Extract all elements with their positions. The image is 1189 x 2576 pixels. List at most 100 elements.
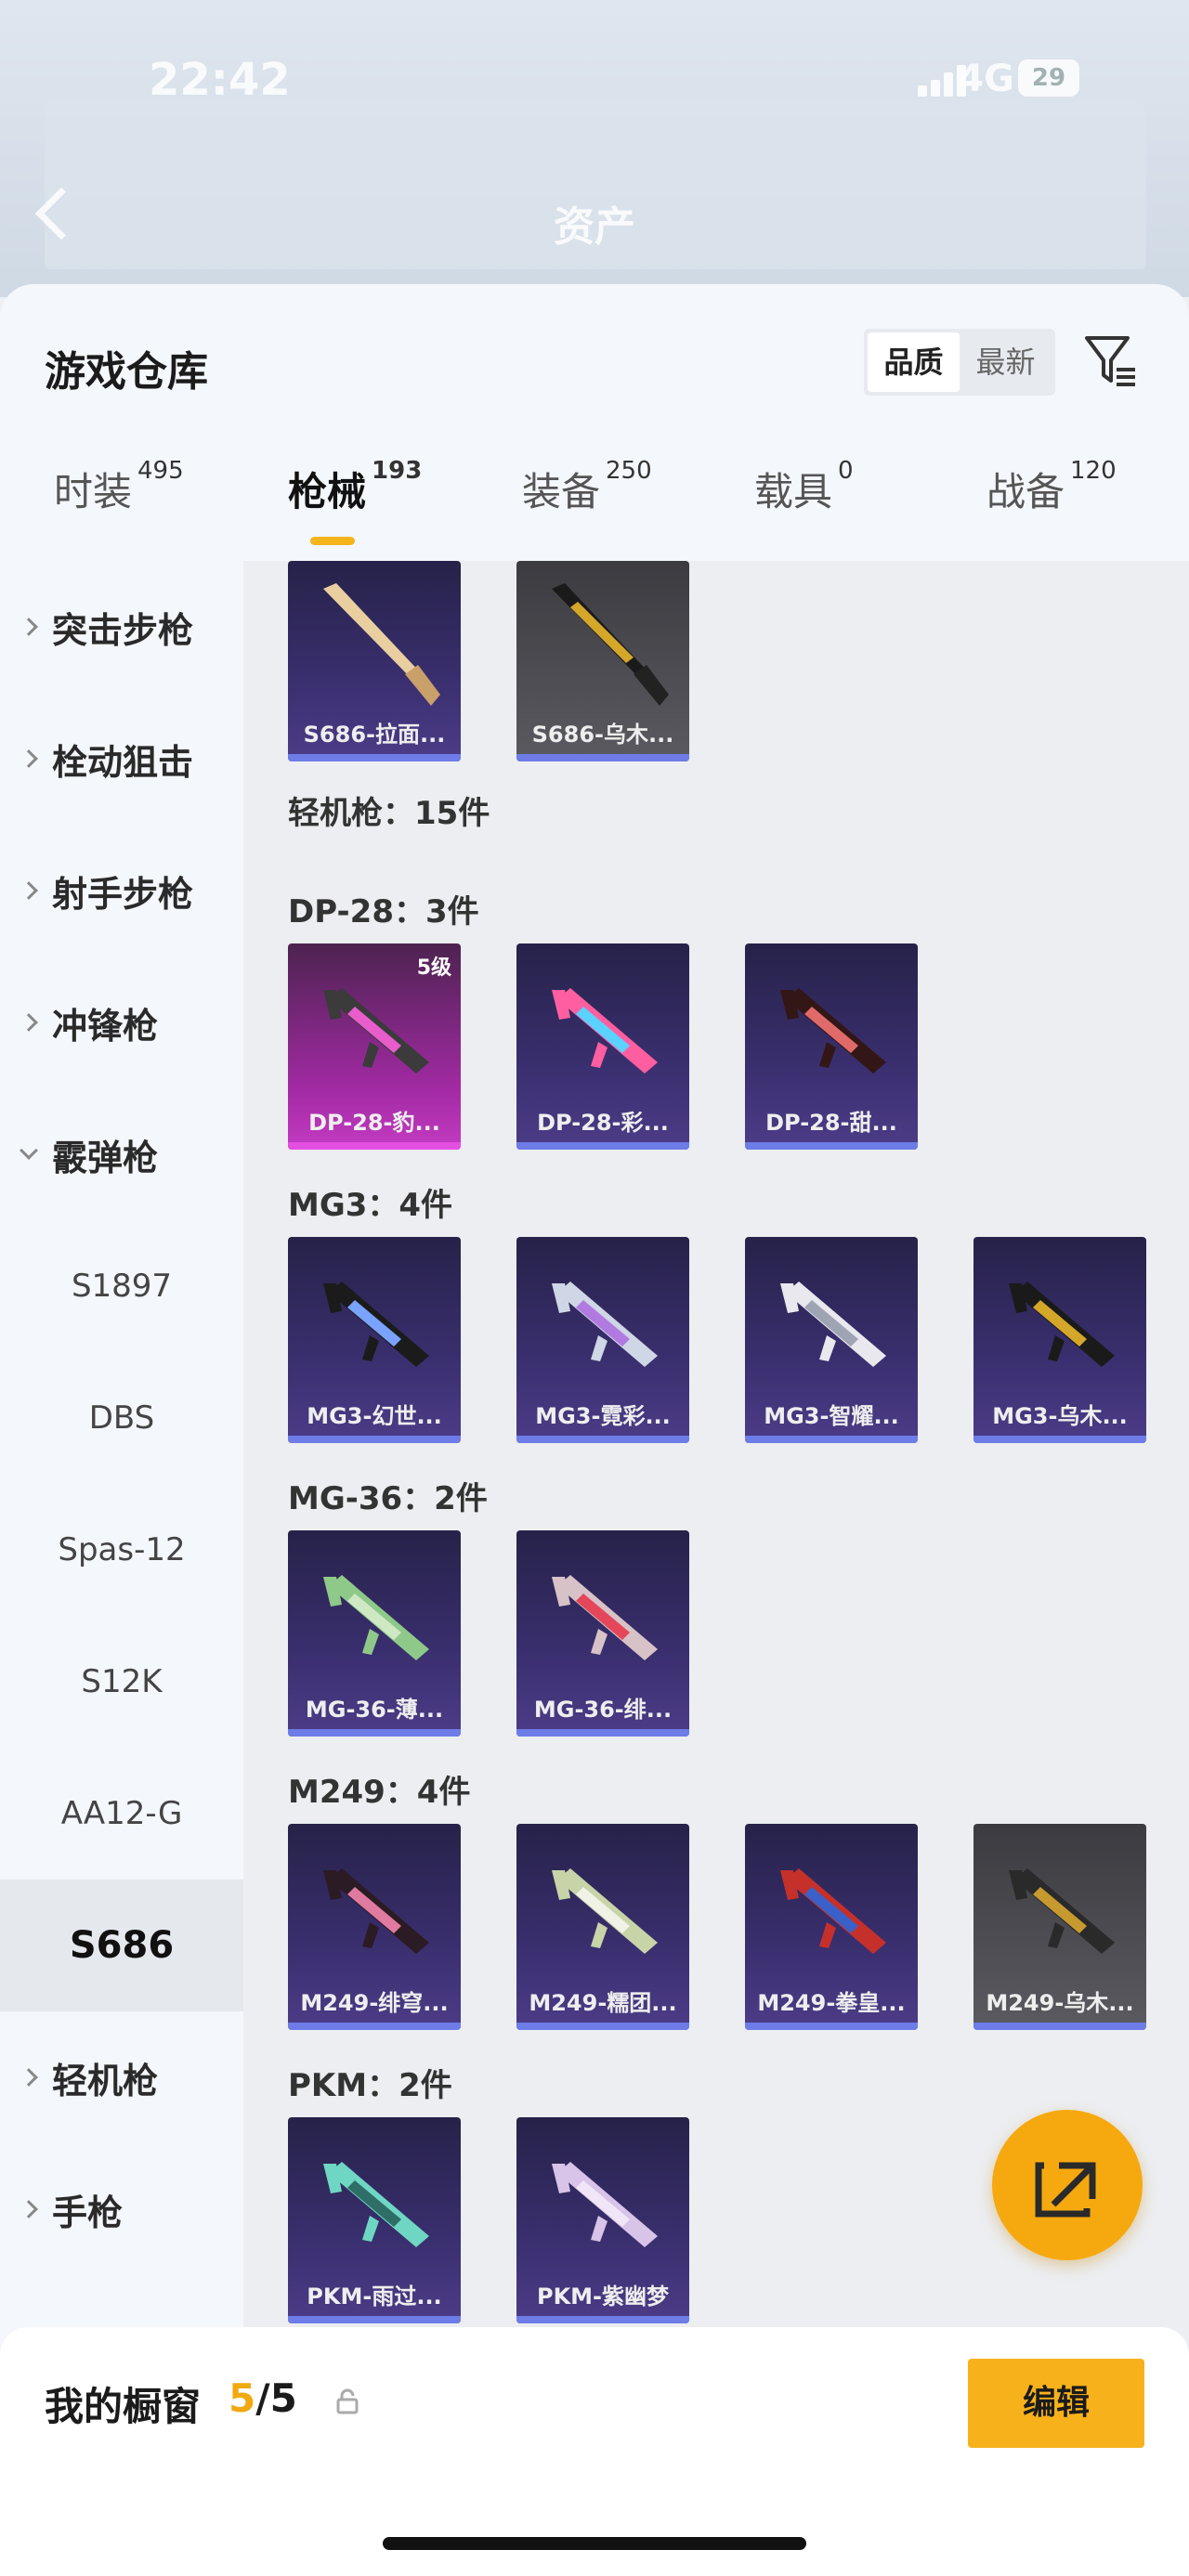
weapon-image	[552, 2162, 658, 2247]
sidebar-item-smg[interactable]: 冲锋枪	[0, 956, 243, 1088]
weapon-name: MG3-幻世...	[307, 1403, 442, 1429]
weapon-name: MG-36-薄...	[305, 1697, 444, 1723]
chevron-right-icon	[20, 618, 38, 636]
rarity-bar	[516, 2316, 689, 2323]
weapon-name: M249-拳皇...	[757, 1990, 906, 2016]
rarity-bar	[288, 2023, 461, 2030]
rarity-bar	[288, 2316, 461, 2323]
weapon-name: DP-28-豹...	[308, 1110, 440, 1136]
sidebar-subitem-s1897[interactable]: S1897	[0, 1220, 243, 1352]
showcase-count: 5/5	[229, 2375, 297, 2421]
edit-button[interactable]: 编辑	[968, 2359, 1144, 2448]
background-header: 22:42 4G 29 资产	[0, 0, 1189, 297]
tab-firearms[interactable]: 枪械 193	[288, 457, 422, 517]
weapon-card[interactable]: DP-28-彩...	[516, 943, 689, 1150]
weapon-card[interactable]: 5级 DP-28-豹...	[288, 943, 461, 1150]
weapon-name: MG3-霓彩...	[535, 1403, 671, 1429]
sidebar-item-lmg[interactable]: 轻机枪	[0, 2011, 243, 2143]
weapon-name: PKM-紫幽梦	[536, 2283, 670, 2309]
weapon-name: M249-乌木...	[986, 1990, 1134, 2016]
rarity-bar	[516, 754, 689, 761]
sidebar-item-pistol[interactable]: 手枪	[0, 2143, 243, 2275]
rarity-bar	[516, 1729, 689, 1737]
weapon-card[interactable]: S686-拉面...	[288, 561, 461, 761]
active-tab-indicator	[310, 537, 355, 545]
weapon-card[interactable]: MG3-乌木...	[973, 1237, 1146, 1443]
rarity-bar	[745, 2023, 918, 2030]
weapon-name: MG-36-绯...	[533, 1697, 673, 1723]
sort-toggle: 品质 最新	[864, 329, 1055, 396]
group-title: DP-28：3件	[288, 893, 479, 930]
weapon-card[interactable]: MG-36-绯...	[516, 1530, 689, 1737]
sidebar-item-bolt-sniper[interactable]: 栓动狙击	[0, 693, 243, 825]
sidebar-subitem-aa12-g[interactable]: AA12-G	[0, 1748, 243, 1880]
weapon-image	[323, 2162, 429, 2247]
sidebar-subitem-spas-12[interactable]: Spas-12	[0, 1484, 243, 1616]
filter-icon[interactable]	[1083, 332, 1139, 392]
weapon-card[interactable]: MG3-智耀...	[745, 1237, 918, 1443]
tab-supplies[interactable]: 战备 120	[986, 457, 1117, 517]
weapon-card[interactable]: DP-28-甜...	[745, 943, 918, 1150]
sidebar-item-marksman-rifle[interactable]: 射手步枪	[0, 825, 243, 956]
weapon-name: DP-28-甜...	[765, 1110, 897, 1136]
weapon-image	[323, 1281, 429, 1367]
weapon-image	[780, 988, 886, 1073]
sidebar-item-assault-rifle[interactable]: 突击步枪	[0, 561, 243, 693]
weapon-card[interactable]: M249-拳皇...	[745, 1824, 918, 2030]
chevron-right-icon	[20, 2200, 38, 2218]
category-tabs: 时装 495 枪械 193 装备 250 载具 0 战备 120	[0, 457, 1189, 550]
weapon-card[interactable]: M249-糯团...	[516, 1824, 689, 2030]
tab-equipment[interactable]: 装备 250	[522, 457, 652, 517]
sort-newest-button[interactable]: 最新	[960, 332, 1052, 392]
weapon-image	[552, 1575, 658, 1660]
weapon-image	[780, 1868, 886, 1954]
weapon-name: MG3-智耀...	[764, 1403, 899, 1429]
weapon-name: PKM-雨过...	[307, 2283, 442, 2309]
group-title: MG-36：2件	[288, 1480, 488, 1517]
rarity-bar	[516, 2023, 689, 2030]
weapon-image	[552, 988, 658, 1073]
battery-icon: 29	[1018, 59, 1079, 97]
rarity-bar	[516, 1142, 689, 1150]
weapon-card[interactable]: S686-乌木...	[516, 561, 689, 761]
sidebar-subitem-s686[interactable]: S686	[0, 1880, 243, 2011]
weapon-name: DP-28-彩...	[537, 1110, 669, 1136]
sidebar-item-shotgun[interactable]: 霰弹枪	[0, 1088, 243, 1220]
lock-icon	[336, 2388, 359, 2414]
sidebar-subitem-dbs[interactable]: DBS	[0, 1352, 243, 1484]
group-title: MG3：4件	[288, 1187, 453, 1224]
weapon-image	[552, 1281, 658, 1367]
weapon-card[interactable]: PKM-雨过...	[288, 2117, 461, 2323]
rarity-bar	[973, 1436, 1146, 1443]
weapon-image	[552, 1868, 658, 1954]
share-button[interactable]	[992, 2110, 1143, 2260]
rarity-bar	[288, 1436, 461, 1443]
weapon-card[interactable]: MG3-幻世...	[288, 1237, 461, 1443]
weapon-image	[1009, 1868, 1115, 1954]
weapon-card[interactable]: MG3-霓彩...	[516, 1237, 689, 1443]
status-time: 22:42	[149, 54, 291, 106]
group-title: M249：4件	[288, 1774, 471, 1811]
tab-fashion[interactable]: 时装 495	[54, 457, 184, 517]
weapon-card[interactable]: M249-绯穹...	[288, 1824, 461, 2030]
weapon-image	[323, 988, 429, 1073]
rarity-bar	[288, 1142, 461, 1150]
weapon-category-sidebar: 突击步枪 栓动狙击 射手步枪 冲锋枪 霰弹枪 S1897 DBS Spas-12…	[0, 561, 243, 2576]
rarity-bar	[288, 754, 461, 761]
sidebar-subitem-s12k[interactable]: S12K	[0, 1616, 243, 1748]
rarity-bar	[288, 1729, 461, 1737]
sort-quality-button[interactable]: 品质	[868, 332, 960, 392]
share-icon	[1035, 2162, 1096, 2218]
chevron-right-icon	[20, 881, 38, 900]
weapon-image	[323, 1575, 429, 1660]
weapon-card[interactable]: PKM-紫幽梦	[516, 2117, 689, 2323]
section-title-lmg: 轻机枪：15件	[288, 795, 490, 832]
weapon-card[interactable]: MG-36-薄...	[288, 1530, 461, 1737]
chevron-down-icon	[20, 1141, 38, 1160]
weapon-image	[323, 1868, 429, 1954]
tab-vehicles[interactable]: 载具 0	[754, 457, 854, 517]
sheet-title: 游戏仓库	[45, 348, 208, 396]
weapon-card[interactable]: M249-乌木...	[973, 1824, 1146, 2030]
weapon-image	[1009, 1281, 1115, 1367]
rarity-bar	[516, 1436, 689, 1443]
